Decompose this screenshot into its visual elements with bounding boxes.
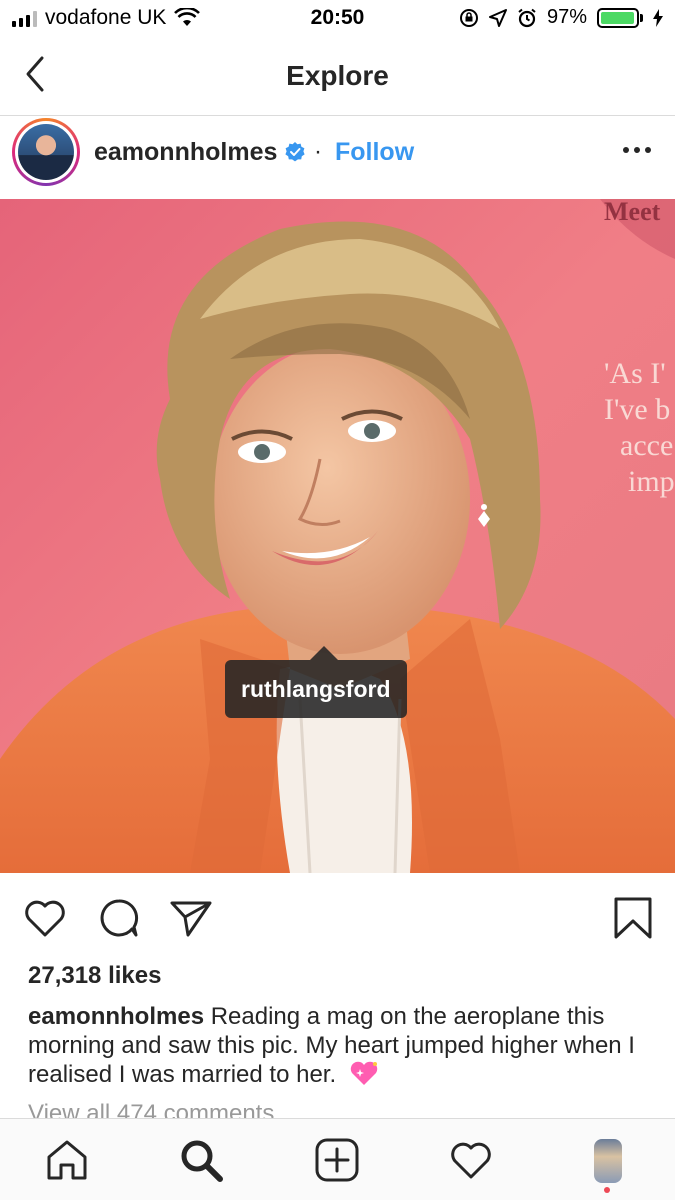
sparkling-heart-icon — [350, 1061, 378, 1085]
post-photo[interactable]: Meet 'As I' I've b acce imp ruthlangsfor… — [0, 199, 675, 873]
separator-dot: · — [314, 138, 322, 165]
charging-icon — [653, 8, 663, 27]
magazine-text-1: Meet — [604, 199, 661, 226]
magazine-text-5: imp — [628, 465, 675, 498]
battery-percent: 97% — [546, 6, 587, 28]
status-right: 97% — [459, 6, 663, 29]
caption-username[interactable]: eamonnholmes — [28, 1003, 204, 1030]
avatar-image — [18, 124, 74, 180]
action-bar — [0, 873, 675, 961]
avatar[interactable] — [12, 118, 80, 186]
post-username[interactable]: eamonnholmes — [94, 138, 277, 167]
magazine-text-4: acce — [620, 429, 674, 462]
tab-bar — [0, 1118, 675, 1200]
likes-count[interactable]: 27,318 likes — [28, 962, 161, 990]
home-icon[interactable] — [44, 1137, 90, 1183]
share-direct-icon[interactable] — [168, 895, 214, 941]
portrait-illustration — [0, 199, 675, 873]
magazine-text-3: I've b — [604, 393, 671, 426]
alarm-icon — [518, 8, 536, 27]
user-tag[interactable]: ruthlangsford — [225, 660, 407, 718]
notification-dot — [604, 1187, 610, 1193]
post-header: eamonnholmes · Follow — [0, 116, 675, 200]
more-options-icon[interactable] — [621, 140, 653, 160]
status-bar: vodafone UK 20:50 97% — [0, 0, 675, 38]
page-title: Explore — [286, 60, 389, 91]
activity-heart-icon[interactable] — [448, 1137, 494, 1183]
tag-pointer — [310, 646, 338, 660]
add-post-icon[interactable] — [314, 1137, 360, 1183]
view-comments-link[interactable]: View all 474 comments — [28, 1100, 274, 1120]
magazine-text-2: 'As I' — [604, 357, 666, 390]
follow-button[interactable]: Follow — [335, 138, 414, 167]
rotation-lock-icon — [459, 8, 478, 27]
search-icon[interactable] — [178, 1137, 224, 1183]
location-icon — [488, 8, 507, 27]
profile-avatar[interactable] — [594, 1139, 622, 1183]
bookmark-icon[interactable] — [610, 895, 656, 941]
comment-icon[interactable] — [96, 895, 142, 941]
battery-fill — [601, 11, 634, 24]
verified-badge-icon — [285, 142, 305, 162]
battery-icon — [597, 7, 643, 28]
nav-header: Explore — [0, 38, 675, 116]
post-caption: eamonnholmes Reading a mag on the aeropl… — [28, 1002, 658, 1089]
like-heart-icon[interactable] — [22, 895, 68, 941]
